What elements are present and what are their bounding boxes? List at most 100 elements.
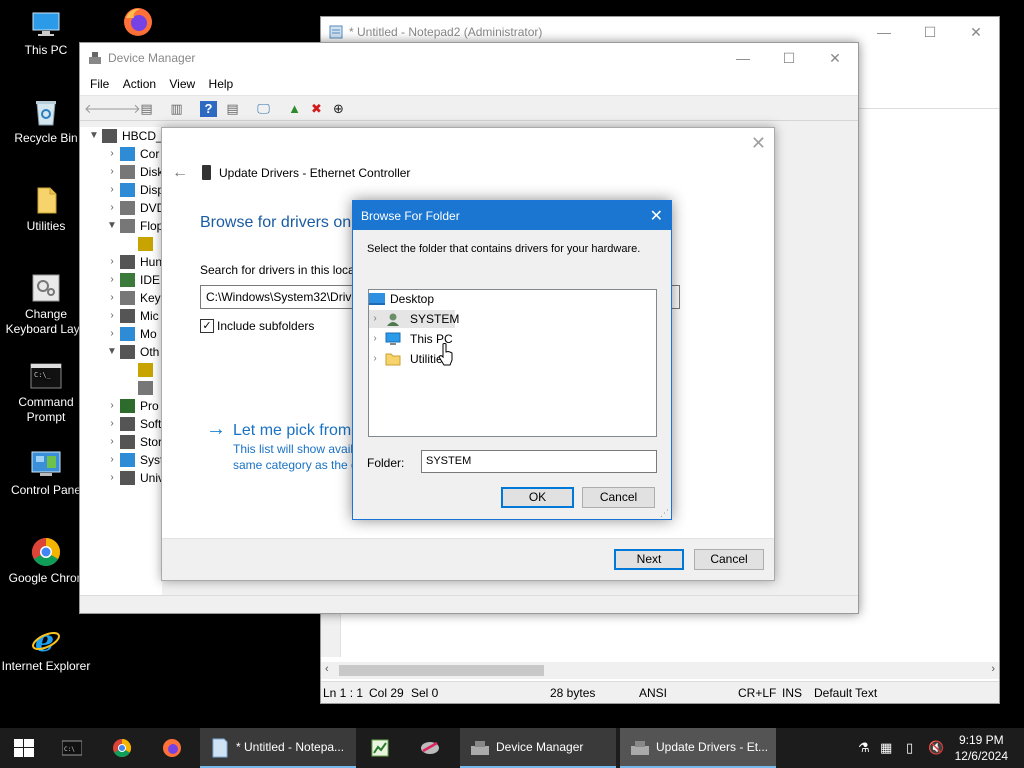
menu-help[interactable]: Help: [199, 73, 234, 91]
taskbar: C:\ * Untitled - Notepa... Device Manage…: [0, 728, 1024, 768]
desktop-icon-label: This PC: [24, 43, 68, 57]
scan-hardware-icon[interactable]: 🖵: [255, 101, 272, 117]
arrow-right-icon[interactable]: →: [206, 418, 226, 441]
view-icon[interactable]: ▤: [138, 101, 155, 117]
chevron-right-icon[interactable]: ›: [106, 145, 118, 163]
horizontal-scrollbar[interactable]: ‹ ›: [321, 662, 999, 679]
search-location-label: Search for drivers in this loca: [200, 263, 355, 277]
next-button[interactable]: Next: [614, 549, 684, 570]
chevron-right-icon[interactable]: ›: [106, 289, 118, 307]
pick-from-list-link[interactable]: Let me pick from: [233, 422, 351, 440]
chevron-right-icon[interactable]: ›: [106, 181, 118, 199]
taskbar-command-prompt[interactable]: C:\: [52, 728, 96, 768]
scroll-left-icon[interactable]: ‹: [325, 663, 329, 675]
forward-arrow-icon[interactable]: 🡒: [106, 101, 141, 117]
device-category-icon: [120, 417, 135, 431]
folder-tree[interactable]: Desktop › SYSTEM › This PC › Utilitie: [368, 289, 657, 437]
chevron-right-icon[interactable]: ›: [106, 253, 118, 271]
chevron-right-icon[interactable]: ›: [106, 199, 118, 217]
maximize-button[interactable]: ☐: [907, 17, 953, 47]
chevron-right-icon[interactable]: ›: [106, 163, 118, 181]
clock-date: 12/6/2024: [954, 749, 1008, 763]
chevron-down-icon[interactable]: ▼: [88, 127, 100, 145]
device-category-icon: [120, 471, 135, 485]
taskbar-spreadsheet[interactable]: [360, 728, 404, 768]
chevron-right-icon[interactable]: ›: [106, 451, 118, 469]
menu-view[interactable]: View: [159, 73, 195, 91]
close-icon[interactable]: ✕: [751, 133, 766, 154]
folder-icon: [37, 187, 57, 214]
device-tree: ▼ HBCD_ › Cor › Disk › Disp › DVD ▼ Flop › Hun › IDE › Ke…: [80, 127, 162, 599]
taskbar-update-drivers[interactable]: Update Drivers - Et...: [620, 728, 776, 768]
enable-device-icon[interactable]: ⊕: [330, 101, 347, 117]
back-arrow-icon[interactable]: ←: [172, 164, 188, 182]
chevron-down-icon[interactable]: ▼: [106, 343, 118, 361]
chevron-right-icon[interactable]: ›: [369, 350, 381, 368]
taskbar-notepad[interactable]: * Untitled - Notepa...: [200, 728, 356, 768]
update-driver-icon[interactable]: ▲: [286, 101, 303, 117]
network-icon[interactable]: ⚗: [858, 740, 870, 756]
close-button[interactable]: ✕: [953, 17, 999, 47]
folder-label: Folder:: [367, 456, 405, 470]
resize-grip-icon[interactable]: ⋰: [660, 508, 669, 519]
desktop-icon-firefox[interactable]: [92, 6, 184, 41]
chevron-right-icon[interactable]: ›: [106, 325, 118, 343]
back-arrow-icon[interactable]: 🡐: [84, 101, 119, 117]
chart-icon: [371, 739, 389, 757]
chevron-right-icon[interactable]: ›: [106, 469, 118, 487]
firefox-icon: [124, 8, 152, 36]
status-size: 28 bytes: [550, 686, 596, 700]
minimize-button[interactable]: —: [720, 43, 766, 73]
color-icon[interactable]: ▦: [880, 740, 892, 756]
usb-icon[interactable]: ▯: [906, 740, 913, 756]
menu-action[interactable]: Action: [113, 73, 156, 91]
device-tree-label: Disk: [140, 165, 162, 179]
clock-time: 9:19 PM: [958, 733, 1004, 747]
taskbar-chrome[interactable]: [102, 728, 146, 768]
help-icon[interactable]: ?: [200, 101, 217, 117]
chevron-right-icon[interactable]: ›: [106, 307, 118, 325]
chevron-down-icon[interactable]: ▼: [106, 217, 118, 235]
close-button[interactable]: ✕: [812, 43, 858, 73]
scroll-right-icon[interactable]: ›: [991, 663, 995, 675]
volume-muted-icon[interactable]: 🔇: [928, 740, 944, 756]
dialog-footer: Next Cancel: [162, 538, 774, 580]
menu-file[interactable]: File: [80, 73, 109, 91]
chevron-right-icon[interactable]: ›: [106, 271, 118, 289]
svg-text:C:\: C:\: [64, 746, 75, 753]
folder-input[interactable]: SYSTEM: [421, 450, 657, 473]
device-manager-titlebar[interactable]: Device Manager — ☐ ✕: [80, 43, 858, 73]
browse-for-folder-dialog: Browse For Folder ✕ Select the folder th…: [352, 200, 672, 520]
cancel-button[interactable]: Cancel: [694, 549, 764, 570]
dialog-titlebar[interactable]: Browse For Folder ✕: [353, 201, 671, 230]
maximize-button[interactable]: ☐: [766, 43, 812, 73]
internet-explorer-icon: e: [32, 624, 60, 656]
clock[interactable]: 9:19 PM 12/6/2024: [955, 732, 1008, 764]
status-encoding: ANSI: [639, 686, 668, 700]
uninstall-icon[interactable]: ✖: [308, 101, 325, 117]
chevron-right-icon[interactable]: ›: [106, 397, 118, 415]
tree-item-system[interactable]: › SYSTEM: [369, 310, 459, 328]
action-view-icon[interactable]: ▤: [224, 101, 241, 117]
taskbar-device-manager[interactable]: Device Manager: [460, 728, 616, 768]
chevron-right-icon[interactable]: ›: [106, 433, 118, 451]
taskbar-firefox[interactable]: [152, 728, 196, 768]
desktop-icon-internet-explorer[interactable]: e Internet Explorer: [0, 624, 92, 674]
close-icon[interactable]: ✕: [650, 206, 663, 226]
cancel-button[interactable]: Cancel: [582, 487, 655, 508]
desktop-icon-label: Control Pane: [10, 483, 82, 497]
minimize-button[interactable]: —: [861, 17, 907, 47]
include-subfolders-checkbox[interactable]: ✓: [200, 319, 214, 333]
taskbar-tool[interactable]: [410, 728, 454, 768]
chevron-right-icon[interactable]: ›: [369, 330, 381, 348]
tree-item-desktop[interactable]: Desktop: [369, 290, 569, 308]
scrollbar-thumb[interactable]: [339, 665, 544, 676]
device-category-icon: [120, 435, 135, 449]
chevron-right-icon[interactable]: ›: [369, 310, 381, 328]
start-button[interactable]: [0, 728, 48, 768]
chevron-right-icon[interactable]: ›: [106, 415, 118, 433]
ok-button[interactable]: OK: [501, 487, 574, 508]
tool-icon: [421, 741, 439, 754]
include-subfolders-label[interactable]: Include subfolders: [217, 319, 314, 333]
properties-icon[interactable]: ▥: [168, 101, 185, 117]
